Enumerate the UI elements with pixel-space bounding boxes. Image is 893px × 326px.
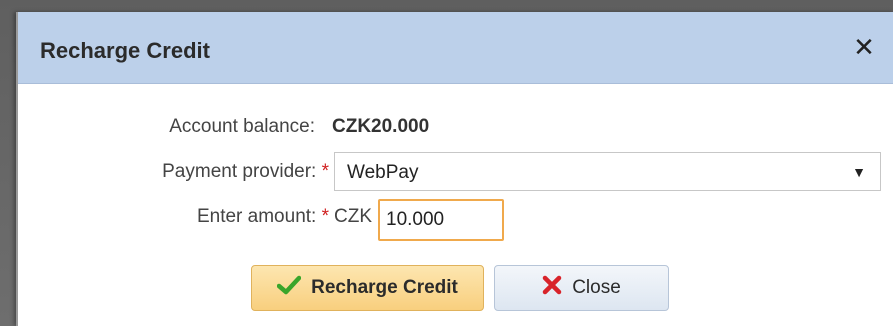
red-x-icon: [542, 275, 562, 301]
required-marker: *: [321, 206, 329, 227]
recharge-credit-button[interactable]: Recharge Credit: [251, 265, 484, 311]
enter-amount-label: Enter amount:: [196, 206, 317, 227]
amount-input[interactable]: [378, 199, 504, 241]
account-balance-label: Account balance:: [169, 116, 315, 137]
close-button-label: Close: [572, 277, 621, 298]
payment-provider-label: Payment provider:: [162, 161, 317, 182]
checkmark-icon: [276, 275, 302, 301]
close-button[interactable]: Close: [494, 265, 669, 311]
account-balance-value: CZK20.000: [332, 116, 430, 137]
payment-provider-value: WebPay: [347, 162, 419, 183]
recharge-credit-dialog: Recharge Credit ✕ Account balance: CZK20…: [16, 12, 893, 326]
dialog-titlebar: Recharge Credit ✕: [18, 12, 893, 84]
payment-provider-select[interactable]: WebPay ▼: [334, 152, 881, 191]
close-icon[interactable]: ✕: [851, 34, 877, 60]
enter-amount-label-group: Enter amount: *: [197, 206, 329, 228]
amount-currency: CZK: [334, 206, 372, 227]
dropdown-arrow-icon: ▼: [852, 164, 866, 180]
recharge-credit-button-label: Recharge Credit: [311, 277, 458, 298]
payment-provider-label-group: Payment provider: *: [162, 161, 329, 183]
required-marker: *: [321, 161, 329, 182]
dialog-title: Recharge Credit: [40, 38, 210, 63]
